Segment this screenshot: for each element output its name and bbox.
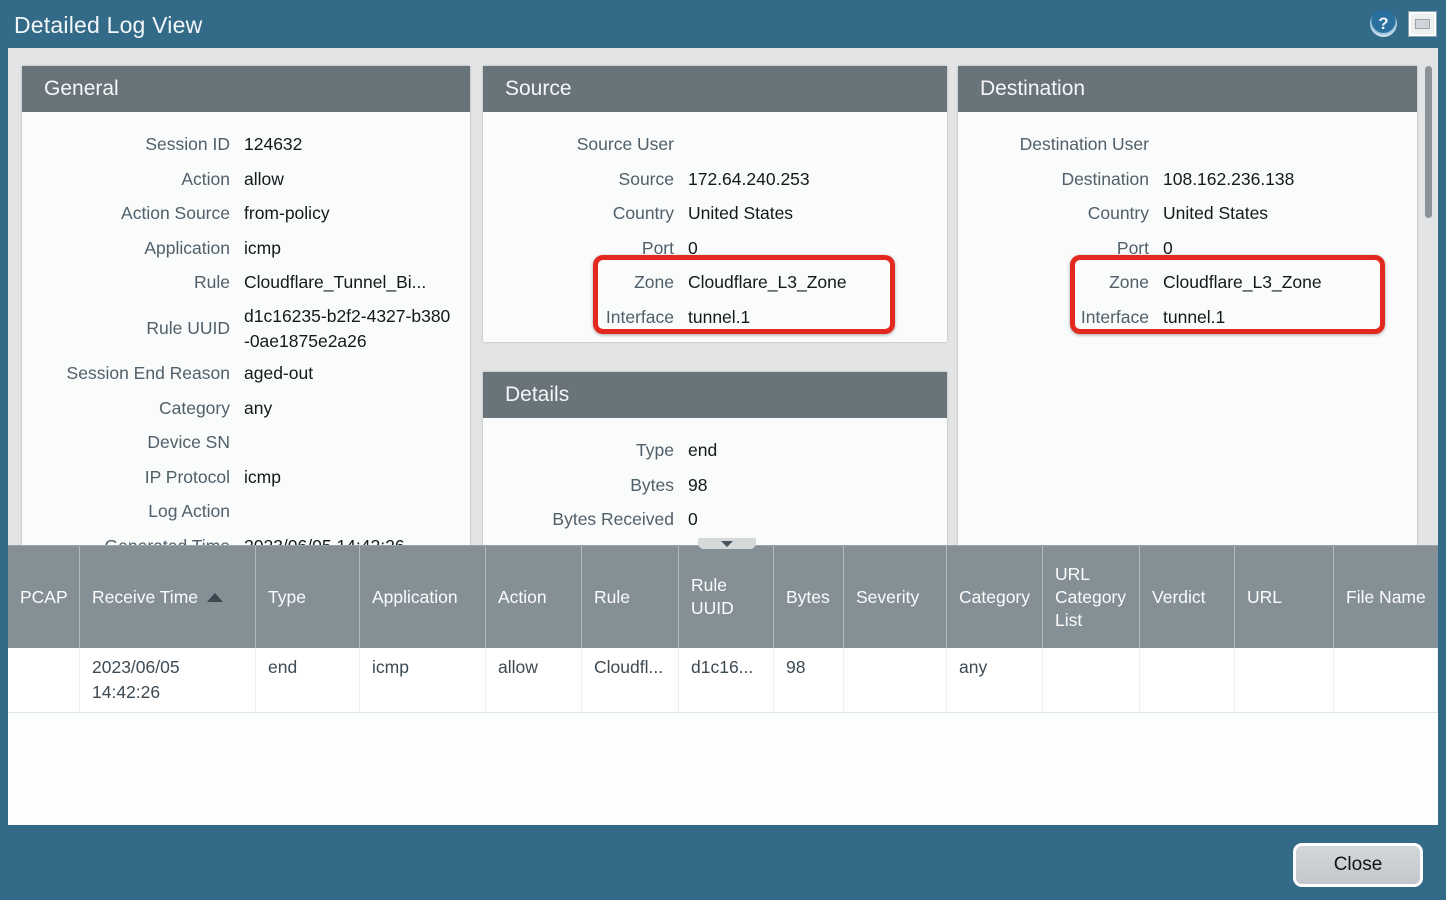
cell-rule-uuid: d1c16... [679, 648, 774, 712]
general-row-rule: RuleCloudflare_Tunnel_Bi... [22, 265, 470, 300]
general-row-session-id: Session ID124632 [22, 127, 470, 162]
general-row-rule-uuid: Rule UUIDd1c16235-b2f2-4327-b380-0ae1875… [22, 300, 470, 356]
cell-action: allow [486, 648, 582, 712]
general-row-action-source: Action Sourcefrom-policy [22, 196, 470, 231]
general-row-application: Applicationicmp [22, 231, 470, 266]
content-vertical-scrollbar[interactable] [1425, 66, 1432, 218]
destination-panel-title: Destination [958, 66, 1417, 112]
source-row-port: Port0 [483, 231, 947, 266]
destination-row-zone: ZoneCloudflare_L3_Zone [958, 265, 1417, 300]
table-collapse-handle[interactable] [698, 538, 756, 549]
maximize-window-icon-inner [1415, 19, 1430, 29]
source-row-source: Source172.64.240.253 [483, 162, 947, 197]
details-row-type: Typeend [483, 433, 947, 468]
cell-application: icmp [360, 648, 486, 712]
source-row-country: CountryUnited States [483, 196, 947, 231]
destination-row-port: Port0 [958, 231, 1417, 266]
maximize-window-icon[interactable] [1409, 12, 1436, 36]
cell-url-category-list [1043, 648, 1140, 712]
column-header-action[interactable]: Action [486, 546, 582, 648]
source-panel: Source Source User Source172.64.240.253 … [483, 66, 947, 342]
cell-url [1235, 648, 1334, 712]
cell-receive-time: 2023/06/05 14:42:26 [80, 648, 256, 712]
cell-type: end [256, 648, 360, 712]
destination-panel: Destination Destination User Destination… [958, 66, 1417, 545]
chevron-down-icon [721, 541, 733, 547]
source-row-zone: ZoneCloudflare_L3_Zone [483, 265, 947, 300]
cell-pcap [8, 648, 80, 712]
column-header-rule[interactable]: Rule [582, 546, 679, 648]
table-row[interactable]: 2023/06/05 14:42:26 end icmp allow Cloud… [8, 648, 1438, 713]
column-header-application[interactable]: Application [360, 546, 486, 648]
destination-row-country: CountryUnited States [958, 196, 1417, 231]
cell-verdict [1140, 648, 1235, 712]
log-detail-content: General Session ID124632 Actionallow Act… [8, 48, 1438, 545]
column-header-type[interactable]: Type [256, 546, 360, 648]
column-header-verdict[interactable]: Verdict [1140, 546, 1235, 648]
destination-row-destination-user: Destination User [958, 127, 1417, 162]
titlebar: Detailed Log View ? [0, 0, 1446, 48]
destination-row-interface: Interfacetunnel.1 [958, 300, 1417, 335]
source-row-interface: Interfacetunnel.1 [483, 300, 947, 335]
log-table-header: PCAP Receive Time Type Application Actio… [8, 546, 1438, 648]
sort-ascending-icon [207, 593, 223, 602]
column-header-pcap[interactable]: PCAP [8, 546, 80, 648]
general-row-device-sn: Device SN [22, 425, 470, 460]
column-header-rule-uuid[interactable]: Rule UUID [679, 546, 774, 648]
details-panel: Details Typeend Bytes98 Bytes Received0 [483, 372, 947, 545]
dialog-title: Detailed Log View [14, 12, 202, 39]
general-row-action: Actionallow [22, 162, 470, 197]
cell-file-name [1334, 648, 1438, 712]
general-panel: General Session ID124632 Actionallow Act… [22, 66, 470, 545]
general-row-category: Categoryany [22, 391, 470, 426]
detailed-log-view-dialog: Detailed Log View ? General Session ID12… [0, 0, 1446, 900]
cell-category: any [947, 648, 1043, 712]
column-header-category[interactable]: Category [947, 546, 1043, 648]
general-panel-title: General [22, 66, 470, 112]
destination-row-destination: Destination108.162.236.138 [958, 162, 1417, 197]
general-row-log-action: Log Action [22, 494, 470, 529]
details-panel-title: Details [483, 372, 947, 418]
general-row-session-end-reason: Session End Reasonaged-out [22, 356, 470, 391]
column-header-url-category-list[interactable]: URL Category List [1043, 546, 1140, 648]
column-header-bytes[interactable]: Bytes [774, 546, 844, 648]
cell-severity [844, 648, 947, 712]
column-header-url[interactable]: URL [1235, 546, 1334, 648]
cell-rule: Cloudfl... [582, 648, 679, 712]
source-row-source-user: Source User [483, 127, 947, 162]
source-panel-title: Source [483, 66, 947, 112]
close-button[interactable]: Close [1293, 843, 1423, 887]
general-row-generated-time: Generated Time2023/06/05 14:42:26 [22, 529, 470, 545]
details-row-bytes: Bytes98 [483, 468, 947, 503]
log-table: PCAP Receive Time Type Application Actio… [8, 545, 1438, 825]
cell-bytes: 98 [774, 648, 844, 712]
column-header-severity[interactable]: Severity [844, 546, 947, 648]
details-row-bytes-received: Bytes Received0 [483, 502, 947, 537]
column-header-file-name[interactable]: File Name [1334, 546, 1438, 648]
help-icon[interactable]: ? [1370, 10, 1397, 37]
column-header-receive-time[interactable]: Receive Time [80, 546, 256, 648]
general-row-ip-protocol: IP Protocolicmp [22, 460, 470, 495]
